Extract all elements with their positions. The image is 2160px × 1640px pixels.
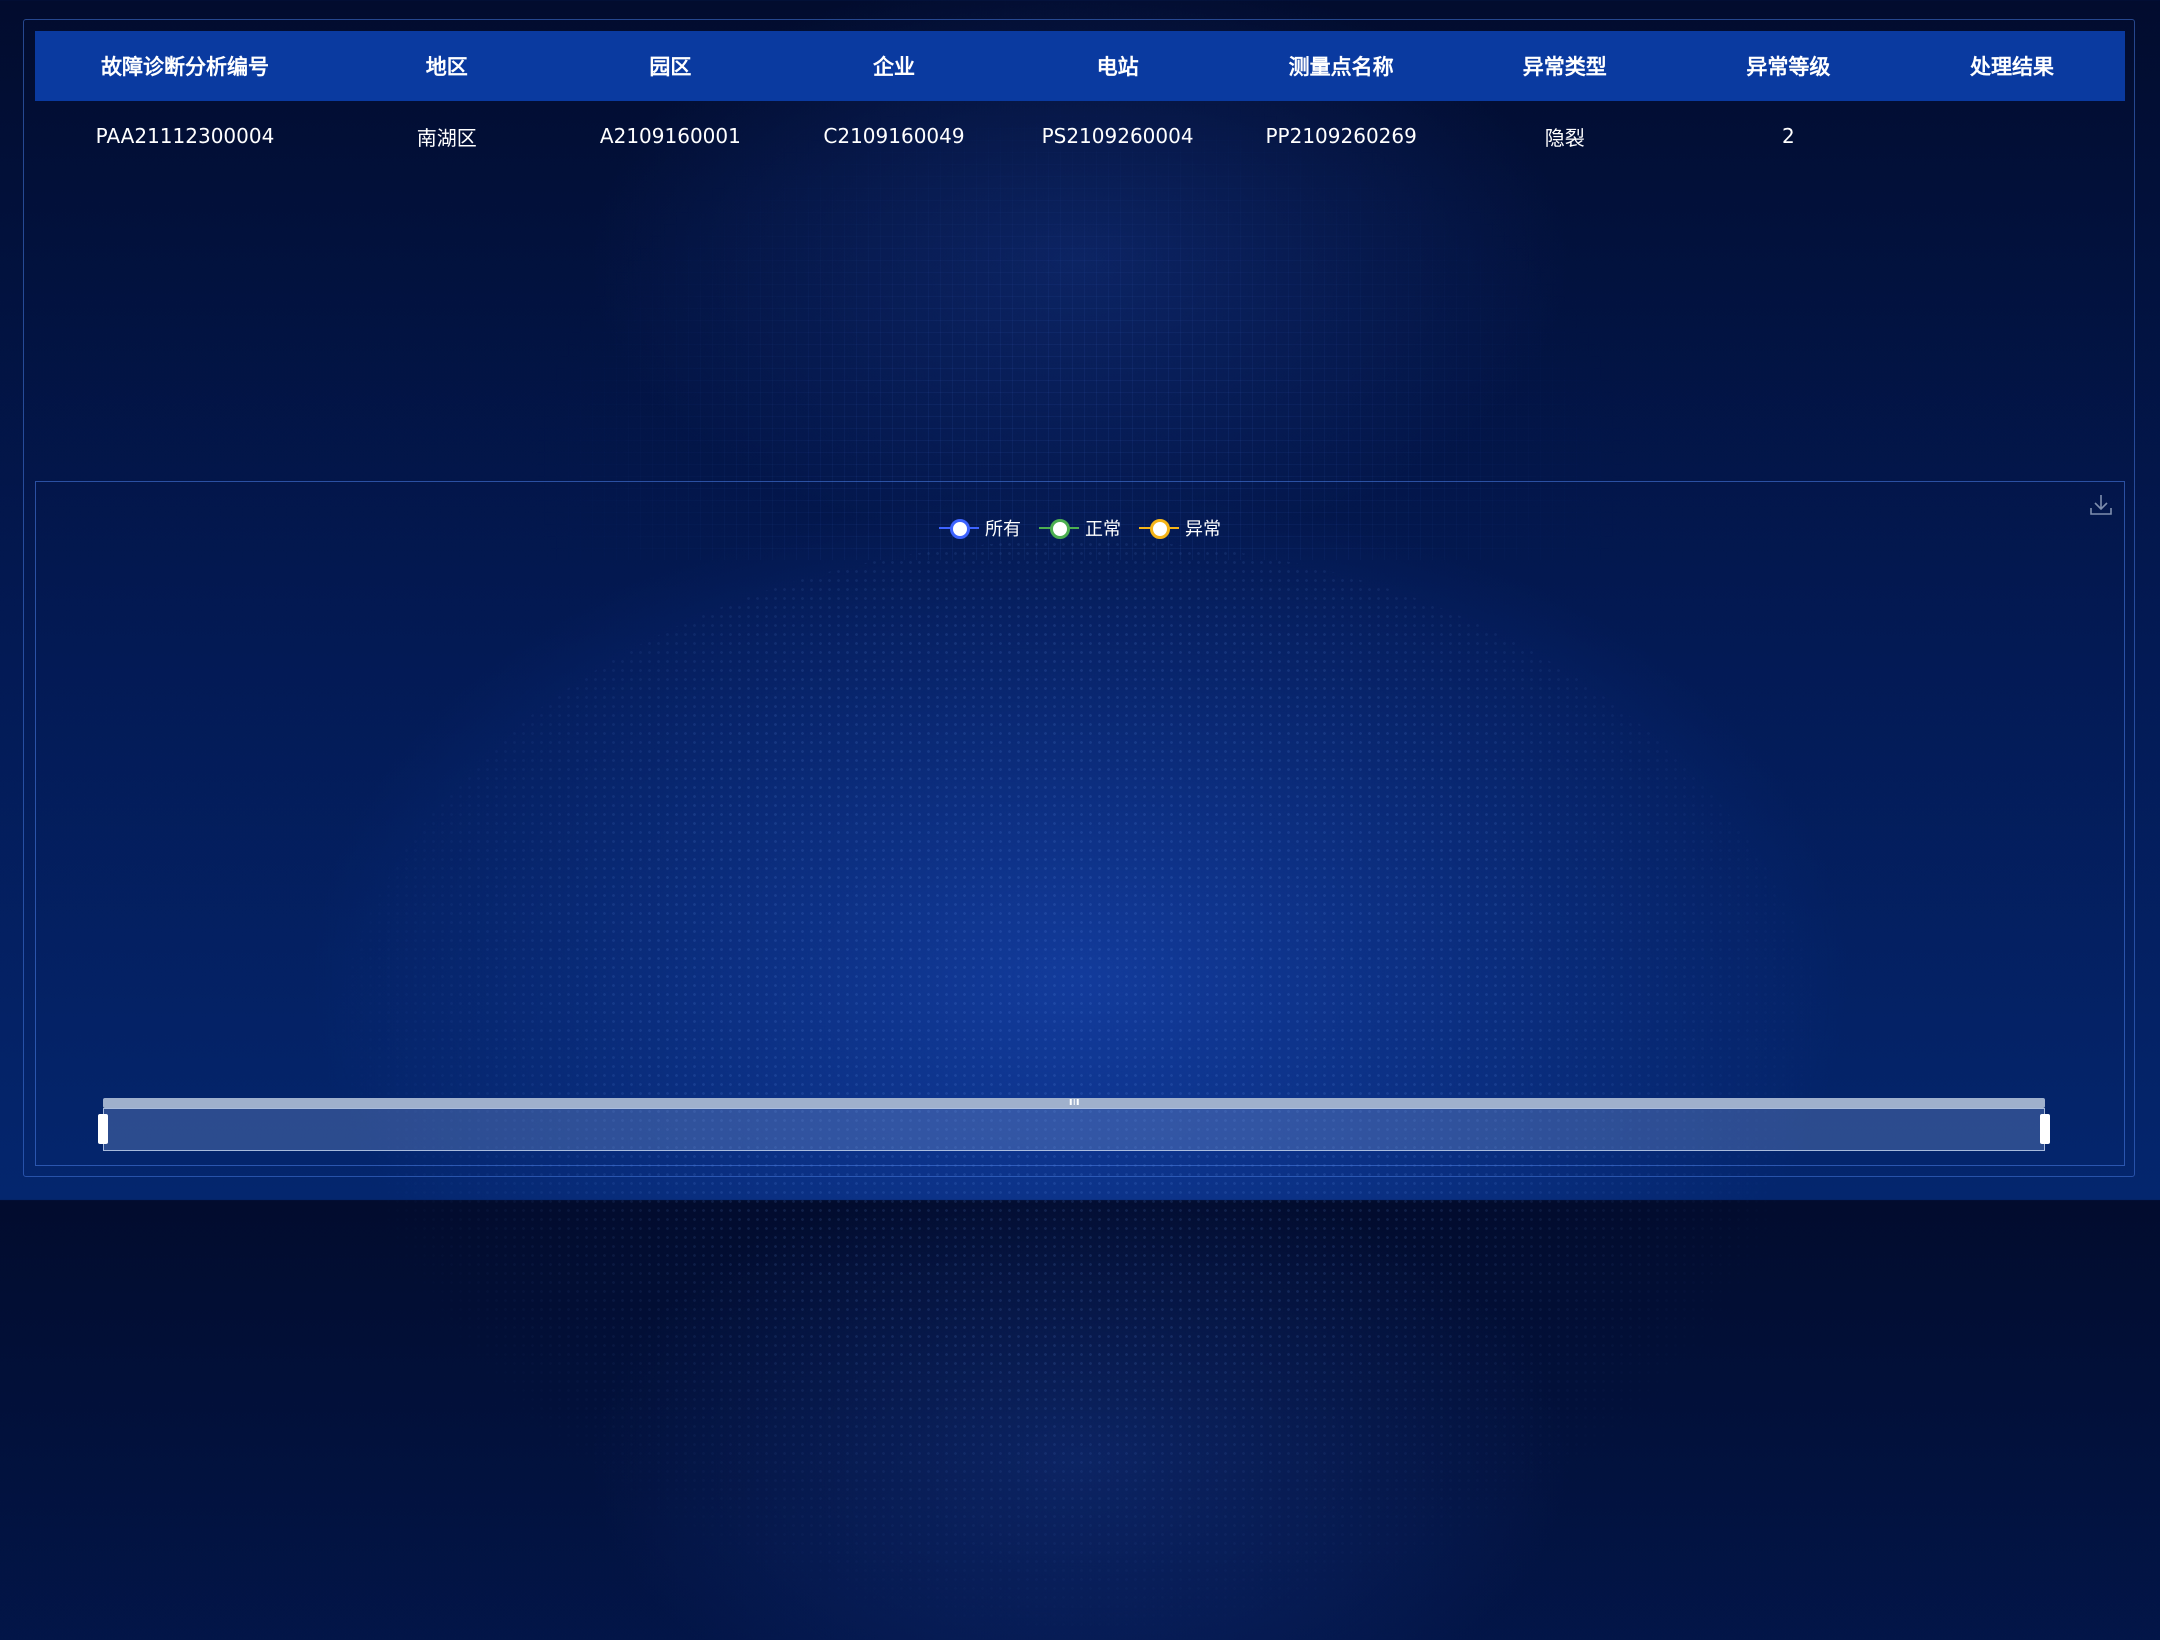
cell-measure-point: PP2109260269: [1265, 124, 1417, 148]
header-anomaly-level: 异常等级: [1746, 55, 1831, 79]
legend-label-abnormal: 异常: [1185, 519, 1221, 540]
legend-item-all[interactable]: 所有: [939, 515, 1021, 541]
slider-handle-end[interactable]: [2040, 1114, 2050, 1144]
legend-label-normal: 正常: [1085, 519, 1121, 540]
header-power-station: 电站: [1096, 55, 1139, 79]
legend-marker-normal: [1039, 518, 1079, 539]
cell-park: A2109160001: [599, 124, 741, 148]
header-measure-point: 测量点名称: [1288, 55, 1394, 79]
header-park: 园区: [649, 55, 692, 79]
legend-dot: [1150, 519, 1170, 539]
chart-panel: 所有 正常 异常: [35, 481, 2125, 1166]
header-diagnosis-id: 故障诊断分析编号: [101, 55, 269, 79]
chart-legend: 所有 正常 异常: [36, 515, 2124, 541]
cell-anomaly-level: 2: [1781, 124, 1795, 148]
legend-item-normal[interactable]: 正常: [1039, 515, 1121, 541]
legend-label-all: 所有: [985, 519, 1021, 540]
cell-enterprise: C2109160049: [823, 124, 965, 148]
slider-window[interactable]: [103, 1108, 2045, 1151]
legend-marker-all: [939, 518, 979, 539]
legend-dot: [950, 519, 970, 539]
cell-power-station: PS2109260004: [1041, 124, 1194, 148]
header-enterprise: 企业: [872, 55, 915, 79]
table-row[interactable]: PAA21112300004 南湖区 A2109160001 C21091600…: [35, 101, 2125, 171]
data-zoom-slider[interactable]: [98, 1098, 2050, 1154]
header-anomaly-type: 异常类型: [1522, 55, 1607, 79]
table-header: 故障诊断分析编号 地区 园区 企业 电站 测量点名称 异常类型 异常等级 处理结…: [35, 31, 2125, 101]
diagnosis-table: 故障诊断分析编号 地区 园区 企业 电站 测量点名称 异常类型 异常等级 处理结…: [35, 31, 2125, 171]
legend-dot: [1050, 519, 1070, 539]
cell-region: 南湖区: [416, 125, 477, 150]
slider-grip-icon: [1069, 1099, 1079, 1105]
slider-handle-start[interactable]: [98, 1114, 108, 1144]
cell-anomaly-type: 隐裂: [1544, 125, 1585, 150]
legend-marker-abnormal: [1139, 518, 1179, 539]
cell-diagnosis-id: PAA21112300004: [95, 124, 275, 148]
header-region: 地区: [425, 55, 468, 79]
legend-item-abnormal[interactable]: 异常: [1139, 515, 1221, 541]
header-result: 处理结果: [1969, 55, 2054, 79]
slider-drag-bar[interactable]: [103, 1098, 2045, 1108]
